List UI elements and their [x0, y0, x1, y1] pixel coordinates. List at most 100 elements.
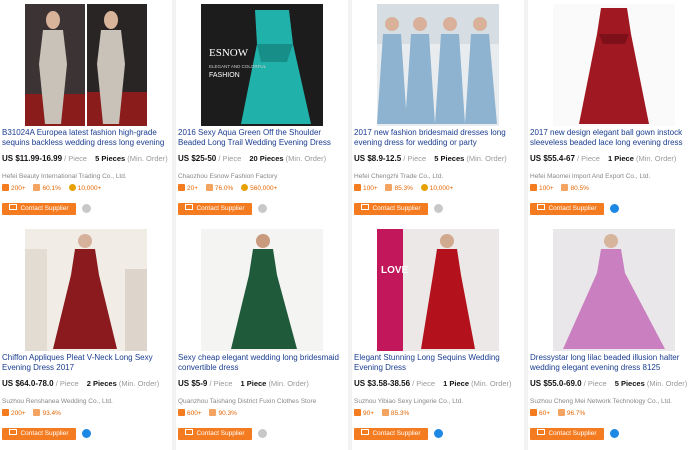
supplier-name[interactable]: Suzhou Yibiao Sexy Lingerie Co., Ltd. [354, 398, 463, 405]
orders-icon [2, 409, 9, 416]
aqua-dress-photo: ESNOW ELEGANT AND COLORFUL FASHION [201, 4, 323, 126]
product-title[interactable]: Chiffon Appliques Pleat V-Neck Long Sexy… [2, 353, 170, 375]
product-title[interactable]: 2017 new fashion bridesmaid dresses long… [354, 128, 522, 150]
envelope-icon [185, 204, 194, 210]
response-rate-stat: 60.1% [33, 184, 61, 192]
contact-supplier-button[interactable]: Contact Supplier [354, 428, 428, 440]
orders-icon [178, 409, 185, 416]
price-row: US $3.58-38.56 / Piece 1 Piece (Min. Ord… [354, 379, 512, 388]
min-order-label: (Min. Order) [285, 154, 327, 163]
contact-supplier-button[interactable]: Contact Supplier [354, 203, 428, 215]
product-image[interactable] [25, 4, 147, 126]
product-title[interactable]: Elegant Stunning Long Sequins Wedding Ev… [354, 353, 522, 375]
product-image[interactable] [25, 229, 147, 351]
chat-status-icon[interactable] [610, 204, 619, 213]
transactions-stat: 20+ [178, 184, 198, 192]
supplier-stats: 60+ 96.7% [530, 409, 591, 417]
transactions-stat: 100+ [354, 184, 378, 192]
price: US $11.99-16.99 [2, 154, 63, 163]
slogan-text: ELEGANT AND COLORFUL [209, 64, 267, 69]
product-image[interactable] [553, 4, 675, 126]
response-rate-stat: 85.3% [381, 409, 409, 417]
product-image[interactable]: LOVE [377, 229, 499, 351]
orders-icon [2, 184, 9, 191]
envelope-icon [537, 204, 546, 210]
price-unit: / Piece [412, 379, 436, 388]
revenue-icon [420, 184, 428, 191]
product-image[interactable]: ESNOW ELEGANT AND COLORFUL FASHION [201, 4, 323, 126]
product-title[interactable]: Sexy cheap elegant wedding long bridesma… [178, 353, 346, 375]
contact-supplier-button[interactable]: Contact Supplier [178, 428, 252, 440]
min-order-qty: 5 Pieces [95, 154, 126, 163]
response-icon [205, 184, 213, 191]
supplier-name[interactable]: Suzhou Cheng Mei Network Technology Co.,… [530, 398, 672, 405]
contact-supplier-button[interactable]: Contact Supplier [178, 203, 252, 215]
price: US $55.0-69.0 [530, 379, 582, 388]
product-card: 2017 new fashion bridesmaid dresses long… [352, 0, 524, 225]
min-order-label: (Min. Order) [127, 154, 168, 163]
min-order-label: (Min. Order) [466, 154, 507, 163]
product-title[interactable]: 2017 new design elegant ball gown instoc… [530, 128, 698, 150]
price-unit: / Piece [55, 379, 79, 388]
response-rate-stat: 90.3% [209, 409, 237, 417]
price-row: US $25-50 / Piece 20 Pieces (Min. Order) [178, 154, 326, 163]
red-sequin-dress-photo: LOVE [377, 229, 499, 351]
supplier-name[interactable]: Hefei Maomei Import And Export Co., Ltd. [530, 173, 650, 180]
lilac-dress-photo [553, 229, 675, 351]
envelope-icon [9, 429, 18, 435]
chat-status-icon[interactable] [258, 429, 267, 438]
min-order-qty: 1 Piece [443, 379, 470, 388]
response-icon [209, 409, 217, 416]
product-image[interactable] [553, 229, 675, 351]
price: US $25-50 [178, 154, 217, 163]
product-title[interactable]: B31024A Europea latest fashion high-grad… [2, 128, 170, 150]
supplier-stats: 600+ 90.3% [178, 409, 243, 417]
contact-supplier-button[interactable]: Contact Supplier [2, 203, 76, 215]
transactions-stat: 90+ [354, 409, 374, 417]
chat-status-icon[interactable] [434, 429, 443, 438]
contact-supplier-button[interactable]: Contact Supplier [530, 203, 604, 215]
envelope-icon [9, 204, 18, 210]
fashion-text: FASHION [209, 72, 240, 79]
price-row: US $8.9-12.5 / Piece 5 Pieces (Min. Orde… [354, 154, 507, 163]
product-card: Dressystar long lilac beaded illusion ha… [528, 225, 700, 450]
price-row: US $55.4-67 / Piece 1 Piece (Min. Order) [530, 154, 676, 163]
transactions-stat: 60+ [530, 409, 550, 417]
product-image[interactable] [377, 4, 499, 126]
response-icon [557, 409, 565, 416]
supplier-stats: 200+ 93.4% [2, 409, 67, 417]
supplier-name[interactable]: Hefei Chengzhi Trade Co., Ltd. [354, 173, 443, 180]
love-banner-text: LOVE [381, 265, 409, 276]
response-icon [33, 409, 41, 416]
chat-status-icon[interactable] [258, 204, 267, 213]
envelope-icon [361, 429, 370, 435]
bridesmaids-photo [377, 4, 499, 126]
product-image[interactable] [201, 229, 323, 351]
supplier-name[interactable]: Suzhou Renshanea Wedding Co., Ltd. [2, 398, 113, 405]
price-unit: / Piece [577, 154, 600, 163]
price-row: US $11.99-16.99 / Piece 5 Pieces (Min. O… [2, 154, 168, 163]
chat-status-icon[interactable] [82, 429, 91, 438]
chat-status-icon[interactable] [610, 429, 619, 438]
product-title[interactable]: 2016 Sexy Aqua Green Off the Shoulder Be… [178, 128, 346, 150]
supplier-name[interactable]: Quanzhou Taishang District Fuxin Clothes… [178, 398, 316, 405]
orders-icon [530, 184, 537, 191]
product-card: B31024A Europea latest fashion high-grad… [0, 0, 172, 225]
price-unit: / Piece [403, 154, 427, 163]
product-grid: B31024A Europea latest fashion high-grad… [0, 0, 700, 450]
supplier-name[interactable]: Hefei Beauty International Trading Co., … [2, 173, 127, 180]
product-title[interactable]: Dressystar long lilac beaded illusion ha… [530, 353, 698, 375]
chat-status-icon[interactable] [434, 204, 443, 213]
min-order-qty: 5 Pieces [614, 379, 645, 388]
price: US $8.9-12.5 [354, 154, 402, 163]
response-icon [385, 184, 393, 191]
revenue-stat: 10,000+ [68, 184, 101, 192]
sequin-dress-photo [25, 4, 147, 126]
supplier-name[interactable]: Chaozhou Esnow Fashion Factory [178, 173, 277, 180]
contact-supplier-button[interactable]: Contact Supplier [2, 428, 76, 440]
envelope-icon [537, 429, 546, 435]
contact-supplier-button[interactable]: Contact Supplier [530, 428, 604, 440]
price-row: US $5-9 / Piece 1 Piece (Min. Order) [178, 379, 309, 388]
chat-status-icon[interactable] [82, 204, 91, 213]
revenue-icon [68, 184, 76, 191]
